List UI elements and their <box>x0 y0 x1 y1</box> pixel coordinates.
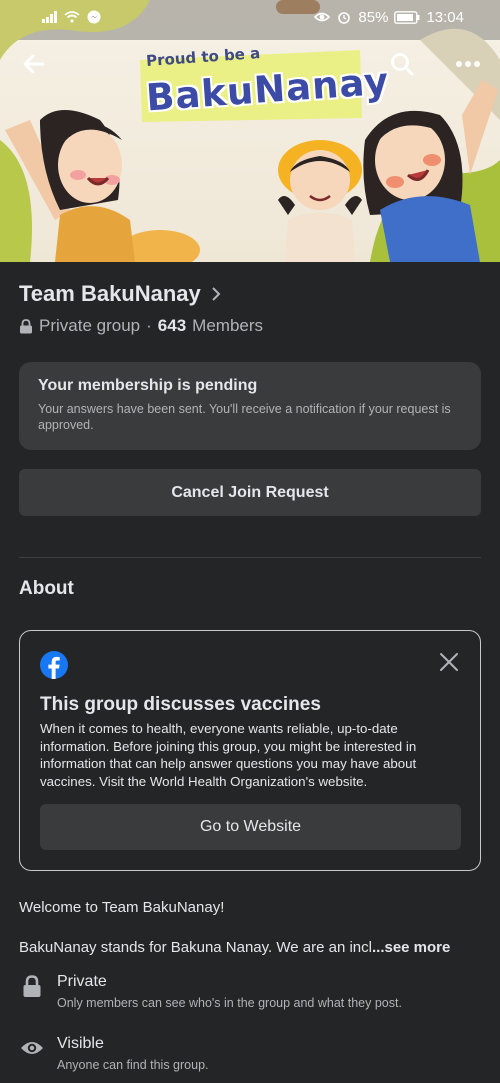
cover-banner: Proud to be a BakuNanay <box>134 44 391 122</box>
alarm-icon <box>336 10 352 24</box>
private-sub: Only members can see who's in the group … <box>57 996 402 1010</box>
pending-title: Your membership is pending <box>38 377 258 394</box>
membership-pending-card: Your membership is pending Your answers … <box>19 362 481 450</box>
cover-illustration <box>0 0 500 262</box>
battery-percent: 85% <box>358 8 389 26</box>
group-privacy: Private group <box>39 316 141 335</box>
meta-separator: · <box>146 316 152 335</box>
vaccine-info-card: This group discusses vaccines When it co… <box>19 630 481 871</box>
signal-icon <box>42 10 58 24</box>
member-count: 643 <box>157 316 187 335</box>
chevron-right-icon <box>212 287 221 301</box>
status-left <box>42 10 102 24</box>
visible-info-row: Visible Anyone can find this group. <box>19 1035 209 1072</box>
lock-icon <box>20 318 32 333</box>
cancel-join-request-button[interactable]: Cancel Join Request <box>19 469 481 516</box>
status-bar: 85% 13:04 <box>0 0 500 34</box>
facebook-logo-icon <box>40 651 68 679</box>
group-meta: Private group · 643 Members <box>19 316 263 336</box>
close-button[interactable] <box>438 651 460 673</box>
group-title-row[interactable]: Team BakuNanay <box>19 281 221 307</box>
pending-text: Your answers have been sent. You'll rece… <box>38 402 451 432</box>
visible-info-body: Visible Anyone can find this group. <box>57 1035 209 1072</box>
about-heading: About <box>19 578 74 599</box>
members-label[interactable]: Members <box>192 316 263 336</box>
private-info-row: Private Only members can see who's in th… <box>19 973 402 1010</box>
status-right: 85% 13:04 <box>314 9 464 26</box>
search-icon <box>391 53 414 76</box>
vaccine-card-title: This group discusses vaccines <box>40 694 321 715</box>
close-icon <box>440 653 458 671</box>
private-info-body: Private Only members can see who's in th… <box>57 973 402 1010</box>
go-to-website-button[interactable]: Go to Website <box>40 804 461 850</box>
group-name: Team BakuNanay <box>19 281 201 306</box>
vaccine-card-text: When it comes to health, everyone wants … <box>40 721 417 789</box>
back-arrow-icon <box>23 54 45 74</box>
messenger-icon <box>86 10 102 24</box>
search-button[interactable] <box>382 44 422 84</box>
welcome-text: Welcome to Team BakuNanay! <box>19 899 225 916</box>
battery-icon <box>394 10 420 24</box>
private-title: Private <box>57 973 107 990</box>
more-options-button[interactable] <box>448 44 488 84</box>
visible-title: Visible <box>57 1035 104 1052</box>
visible-sub: Anyone can find this group. <box>57 1058 209 1072</box>
cover-photo[interactable]: Proud to be a BakuNanay 85% 13:04 <box>0 0 500 262</box>
divider <box>19 557 481 558</box>
eye-icon <box>19 1035 45 1061</box>
banner-title: BakuNanay <box>144 59 391 120</box>
back-button[interactable] <box>14 44 54 84</box>
banner-subtitle: Proud to be a <box>145 44 261 70</box>
clock-time: 13:04 <box>426 8 464 26</box>
group-description: BakuNanay stands for Bakuna Nanay. We ar… <box>19 939 450 956</box>
wifi-icon <box>64 10 80 24</box>
eye-comfort-icon <box>314 10 331 24</box>
see-more-link[interactable]: ...see more <box>372 939 450 956</box>
more-icon <box>456 61 480 67</box>
description-text: BakuNanay stands for Bakuna Nanay. We ar… <box>19 939 372 956</box>
lock-icon <box>19 973 45 999</box>
